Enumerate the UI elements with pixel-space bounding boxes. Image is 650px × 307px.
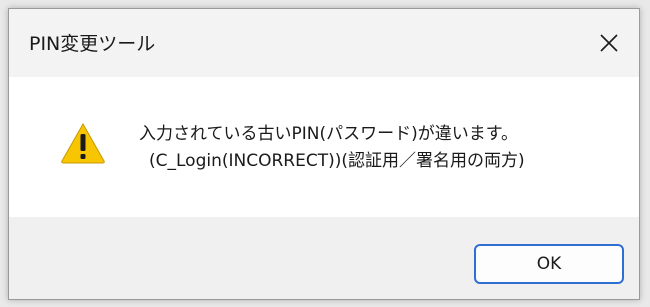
- title-bar: PIN変更ツール: [9, 9, 639, 77]
- ok-button[interactable]: OK: [474, 244, 624, 284]
- message-line-2: (C_Login(INCORRECT))(認証用／署名用の両方): [149, 151, 525, 171]
- dialog-window: PIN変更ツール 入力されている古いPIN(パスワード)が違います。 (C_Lo…: [8, 8, 640, 300]
- close-button[interactable]: [579, 9, 639, 77]
- button-bar: OK: [9, 217, 639, 299]
- dialog-content: 入力されている古いPIN(パスワード)が違います。 (C_Login(INCOR…: [9, 77, 639, 217]
- close-icon: [600, 34, 618, 52]
- window-title: PIN変更ツール: [29, 33, 156, 55]
- message-line-1: 入力されている古いPIN(パスワード)が違います。: [139, 124, 519, 144]
- warning-icon: [61, 122, 105, 164]
- error-message: 入力されている古いPIN(パスワード)が違います。 (C_Login(INCOR…: [139, 121, 525, 175]
